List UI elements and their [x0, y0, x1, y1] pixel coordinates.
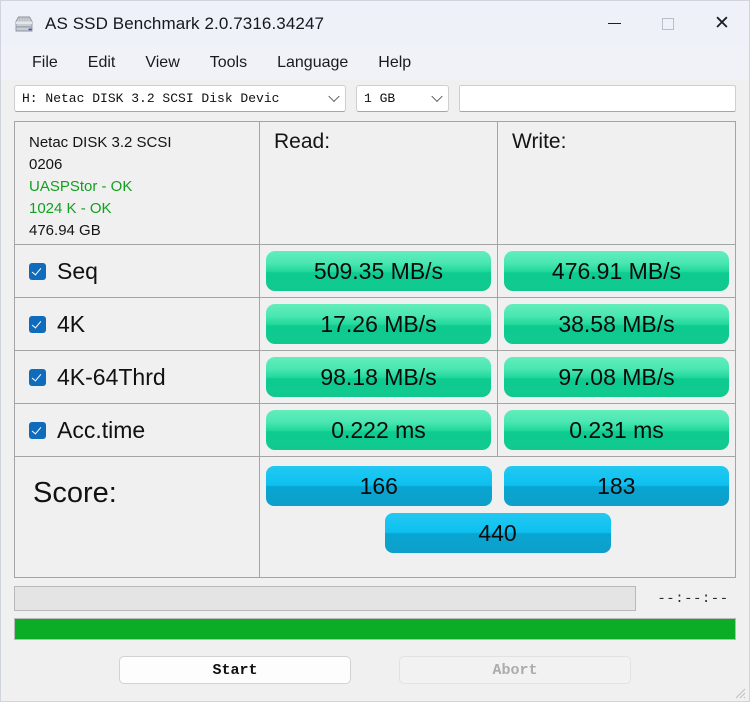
- write-column-header: Write:: [512, 130, 567, 153]
- close-button[interactable]: ✕: [695, 1, 749, 46]
- drive-info-driver: UASPStor - OK: [29, 178, 133, 196]
- menu-item-help[interactable]: Help: [367, 51, 422, 75]
- drive-select[interactable]: H: Netac DISK 3.2 SCSI Disk Devic: [14, 84, 346, 112]
- info-text-field[interactable]: [459, 84, 736, 112]
- row-label-cell-4k64thrd: 4K-64Thrd: [15, 351, 260, 403]
- write-column-header-cell: Write:: [498, 122, 735, 244]
- table-row: 4K-64Thrd 98.18 MB/s 97.08 MB/s: [15, 351, 735, 404]
- row-label-acc-time: Acc.time: [57, 416, 146, 443]
- checkbox-seq[interactable]: [29, 262, 46, 280]
- close-icon: ✕: [714, 12, 730, 34]
- drive-info-alignment: 1024 K - OK: [29, 200, 112, 218]
- results-grid: Netac DISK 3.2 SCSI 0206 UASPStor - OK 1…: [14, 121, 736, 578]
- ssd-drive-icon: [13, 13, 35, 35]
- title-bar: AS SSD Benchmark 2.0.7316.34247 ✕: [1, 1, 749, 46]
- grid-header-row: Netac DISK 3.2 SCSI 0206 UASPStor - OK 1…: [15, 122, 735, 245]
- checkbox-4k[interactable]: [29, 315, 46, 333]
- row-label-cell-4k: 4K: [15, 298, 260, 350]
- menu-item-view[interactable]: View: [134, 51, 190, 75]
- progress-bar: [14, 618, 736, 640]
- read-column-header-cell: Read:: [260, 122, 498, 244]
- row-label-4k: 4K: [57, 310, 86, 337]
- status-line: --:--:--: [14, 586, 736, 611]
- read-column-header: Read:: [274, 130, 331, 153]
- table-row: 4K 17.26 MB/s 38.58 MB/s: [15, 298, 735, 351]
- write-value-4k: 38.58 MB/s: [504, 304, 729, 344]
- write-value-seq: 476.91 MB/s: [504, 251, 729, 291]
- selector-toolbar: H: Netac DISK 3.2 SCSI Disk Devic 1 GB: [1, 80, 749, 116]
- menu-item-language[interactable]: Language: [266, 51, 359, 75]
- window-controls: ✕: [587, 1, 749, 46]
- write-value-acc-time: 0.231 ms: [504, 410, 729, 450]
- read-value-4k: 17.26 MB/s: [266, 304, 491, 344]
- read-value-acc-time: 0.222 ms: [266, 410, 491, 450]
- row-label-4k-64thrd: 4K-64Thrd: [57, 363, 166, 390]
- bottom-panel: --:--:-- Start Abort: [14, 586, 736, 684]
- size-select-value: 1 GB: [364, 90, 396, 106]
- menu-item-edit[interactable]: Edit: [77, 51, 127, 75]
- drive-info-cell: Netac DISK 3.2 SCSI 0206 UASPStor - OK 1…: [15, 122, 260, 244]
- action-buttons: Start Abort: [14, 656, 736, 684]
- abort-button: Abort: [399, 656, 631, 684]
- read-value-cell-4k: 17.26 MB/s: [260, 298, 498, 350]
- elapsed-timer: --:--:--: [657, 590, 729, 607]
- score-label: Score:: [33, 477, 117, 509]
- window-title: AS SSD Benchmark 2.0.7316.34247: [45, 13, 325, 33]
- write-value-cell-4k64thrd: 97.08 MB/s: [498, 351, 735, 403]
- chevron-down-icon: [431, 90, 443, 103]
- read-value-cell-seq: 509.35 MB/s: [260, 245, 498, 297]
- checkbox-acc-time[interactable]: [29, 421, 46, 439]
- drive-info-firmware: 0206: [29, 156, 63, 174]
- drive-info-model: Netac DISK 3.2 SCSI: [29, 134, 172, 151]
- row-label-seq: Seq: [57, 257, 98, 284]
- minimize-button[interactable]: [587, 1, 641, 46]
- score-label-cell: Score:: [15, 457, 260, 577]
- menu-bar: File Edit View Tools Language Help: [1, 46, 749, 80]
- drive-info-capacity: 476.94 GB: [29, 222, 101, 240]
- write-value-cell-4k: 38.58 MB/s: [498, 298, 735, 350]
- start-button[interactable]: Start: [119, 656, 351, 684]
- score-write: 183: [503, 466, 729, 506]
- status-message-field: [14, 586, 636, 611]
- menu-item-file[interactable]: File: [21, 51, 69, 75]
- read-value-seq: 509.35 MB/s: [266, 251, 491, 291]
- score-row: Score: 166 183 440: [15, 457, 735, 577]
- as-ssd-benchmark-window: AS SSD Benchmark 2.0.7316.34247 ✕ File E…: [0, 0, 750, 702]
- read-value-cell-4k64thrd: 98.18 MB/s: [260, 351, 498, 403]
- maximize-button[interactable]: [641, 1, 695, 46]
- drive-info: Netac DISK 3.2 SCSI 0206 UASPStor - OK 1…: [15, 122, 172, 242]
- score-values-cell: 166 183 440: [260, 457, 735, 577]
- size-select[interactable]: 1 GB: [356, 84, 449, 112]
- row-label-cell-acctime: Acc.time: [15, 404, 260, 456]
- checkbox-4k-64thrd[interactable]: [29, 368, 46, 386]
- progress-bar-fill: [15, 619, 735, 639]
- read-value-4k-64thrd: 98.18 MB/s: [266, 357, 491, 397]
- chevron-down-icon: [328, 90, 340, 103]
- table-row: Seq 509.35 MB/s 476.91 MB/s: [15, 245, 735, 298]
- write-value-cell-seq: 476.91 MB/s: [498, 245, 735, 297]
- resize-grip[interactable]: [732, 685, 746, 699]
- row-label-cell-seq: Seq: [15, 245, 260, 297]
- score-read: 166: [266, 466, 492, 506]
- drive-select-value: H: Netac DISK 3.2 SCSI Disk Devic: [22, 90, 280, 106]
- score-total: 440: [384, 513, 611, 553]
- read-value-cell-acctime: 0.222 ms: [260, 404, 498, 456]
- table-row: Acc.time 0.222 ms 0.231 ms: [15, 404, 735, 457]
- write-value-cell-acctime: 0.231 ms: [498, 404, 735, 456]
- maximize-icon: [662, 17, 674, 30]
- menu-item-tools[interactable]: Tools: [199, 51, 258, 75]
- write-value-4k-64thrd: 97.08 MB/s: [504, 357, 729, 397]
- minimize-icon: [607, 23, 621, 24]
